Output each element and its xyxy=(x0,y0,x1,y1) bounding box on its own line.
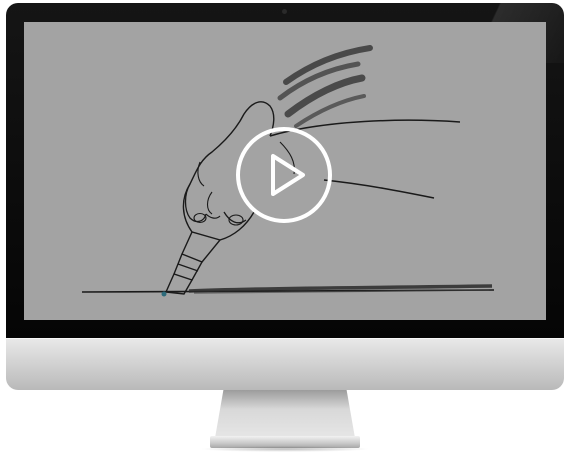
play-icon xyxy=(236,127,332,223)
stand-shadow xyxy=(200,446,370,452)
monitor-stand-neck xyxy=(215,390,355,438)
camera-dot xyxy=(282,9,287,14)
video-screen[interactable] xyxy=(24,22,546,320)
monitor-chin xyxy=(6,338,564,390)
monitor-bezel xyxy=(6,3,564,338)
monitor-mockup xyxy=(0,0,570,455)
play-button[interactable] xyxy=(235,126,333,224)
